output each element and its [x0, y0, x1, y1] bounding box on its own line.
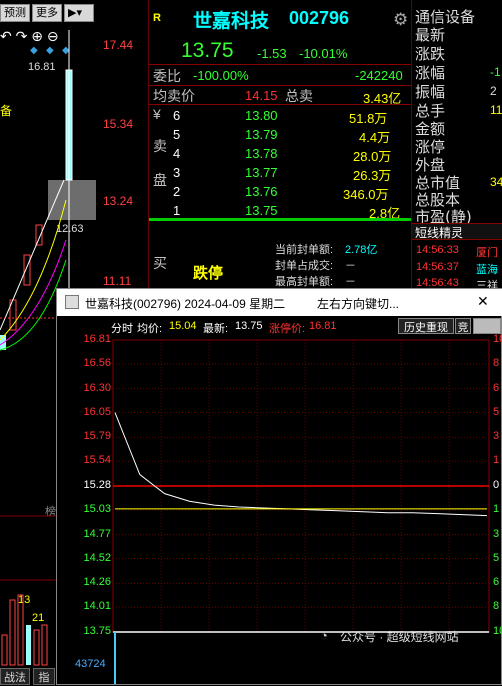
event-time: 14:56:37 — [416, 261, 459, 273]
short-line-title[interactable]: 短线精灵 — [415, 224, 463, 241]
y-tick-label: 15.54 — [83, 454, 111, 467]
y-tick-label: 14.77 — [83, 527, 111, 540]
y-tick-label: 15.03 — [83, 502, 111, 515]
sell-row-2[interactable]: 2 13.76 346.0万 — [149, 184, 411, 202]
y-tick-pct: 1 — [493, 502, 500, 515]
sell-row-5[interactable]: 5 13.79 4.4万 — [149, 127, 411, 145]
sell-row-6[interactable]: 6 13.80 51.8万 — [149, 108, 411, 126]
info-value: 34 — [490, 175, 502, 189]
y-tick-pct: 10 — [493, 333, 502, 345]
info-label: 振幅 — [415, 83, 446, 101]
stock-name: 世嘉科技 — [193, 10, 270, 32]
event-text[interactable]: 厦门 — [476, 244, 498, 260]
y-tick-label: 16.05 — [83, 405, 111, 418]
info-panel: 通信设备 最新 涨跌 涨幅 -1 振幅 2 总手 11 金额 涨停 外盘 总市值… — [411, 0, 502, 292]
close-icon[interactable]: ✕ — [477, 293, 489, 310]
y-tick-pct: 6 — [493, 576, 500, 589]
max-seal-value: － — [345, 276, 356, 288]
y-tick-label: 14.52 — [83, 551, 111, 564]
y-tick-label: 14.26 — [83, 576, 111, 589]
window-icon — [65, 295, 79, 309]
y-tick-label: 15.79 — [83, 430, 111, 443]
max-seal-label: 最高封单额: — [275, 276, 334, 288]
y-tick-label: 16.81 — [83, 333, 111, 345]
info-value: 11 — [490, 103, 502, 117]
kline-axis-price: 15.34 — [103, 117, 134, 131]
y-tick-pct: 10 — [493, 625, 502, 637]
avg-sell-label: 均卖价 — [153, 88, 195, 104]
limit-down-label: 跌停 — [193, 264, 224, 282]
seal-deal-value: － — [345, 260, 356, 272]
intraday-popup-window[interactable]: 世嘉科技(002796) 2024-04-09 星期二 左右方向键切... ✕ … — [56, 288, 502, 685]
event-text[interactable]: 蓝海 — [476, 261, 498, 277]
popup-title: 世嘉科技(002796) 2024-04-09 星期二 — [85, 297, 286, 311]
y-tick-pct: 8 — [493, 600, 500, 613]
stock-code: 002796 — [289, 8, 350, 28]
kline-axis-price: 11.11 — [103, 274, 132, 288]
y-tick-pct: 5 — [493, 551, 500, 564]
volume-label: 43724 — [75, 658, 106, 670]
seal-amount-label: 当前封单额: — [275, 244, 334, 256]
watermark: 公众号 · 超级短线网站 — [340, 630, 459, 644]
weibi-label: 委比 — [153, 68, 181, 84]
settings-gear-icon[interactable]: ⚙ — [393, 10, 408, 30]
y-tick-pct: 8 — [493, 356, 500, 369]
info-label: 涨幅 — [415, 64, 446, 82]
y-tick-pct: 6 — [493, 381, 500, 394]
price-line — [114, 412, 488, 517]
info-value: 2 — [490, 84, 497, 98]
y-tick-pct: 3 — [493, 527, 500, 540]
y-tick-label: 14.01 — [83, 600, 111, 613]
total-sell-label: 总卖 — [285, 88, 313, 104]
y-tick-pct: 1 — [493, 454, 500, 467]
y-tick-label: 16.30 — [83, 381, 111, 394]
y-tick-pct: 3 — [493, 430, 500, 443]
kline-axis-price: 13.24 — [103, 194, 134, 208]
kline-axis-price: 17.44 — [103, 38, 134, 52]
r-badge: R — [153, 12, 161, 24]
seal-deal-label: 封单占成交: — [275, 260, 334, 272]
avg-sell-value: 14.15 — [245, 88, 278, 103]
buy-char: 买 — [153, 255, 167, 271]
weicha-value: -242240 — [355, 68, 403, 83]
y-tick-pct: 5 — [493, 405, 500, 418]
sell-row-3[interactable]: 3 13.77 26.3万 — [149, 165, 411, 183]
price-change-pct: -10.01% — [299, 46, 348, 61]
weibi-value: -100.00% — [193, 68, 249, 83]
info-value: -1 — [490, 65, 501, 79]
quote-panel: R 世嘉科技 002796 ⚙ 13.75 -1.53 -10.01% 委比 -… — [148, 0, 411, 290]
y-tick-label: 16.56 — [83, 356, 111, 369]
y-tick-label: 13.75 — [83, 625, 111, 637]
popup-hint: 左右方向键切... — [317, 297, 400, 311]
price-change: -1.53 — [257, 46, 287, 61]
y-tick-label: 15.28 — [83, 479, 111, 491]
current-price: 13.75 — [181, 39, 234, 62]
sell-row-4[interactable]: 4 13.78 28.0万 — [149, 146, 411, 164]
seal-amount-value: 2.78亿 — [345, 244, 378, 256]
popup-title-bar[interactable]: 世嘉科技(002796) 2024-04-09 星期二 左右方向键切... ✕ — [57, 289, 502, 316]
event-time: 14:56:33 — [416, 244, 459, 256]
watermark-logo-icon: ◔ — [320, 628, 328, 643]
y-tick-pct: 0 — [493, 479, 500, 491]
info-label: 最新 — [415, 26, 446, 44]
info-label: 涨跌 — [415, 45, 446, 63]
